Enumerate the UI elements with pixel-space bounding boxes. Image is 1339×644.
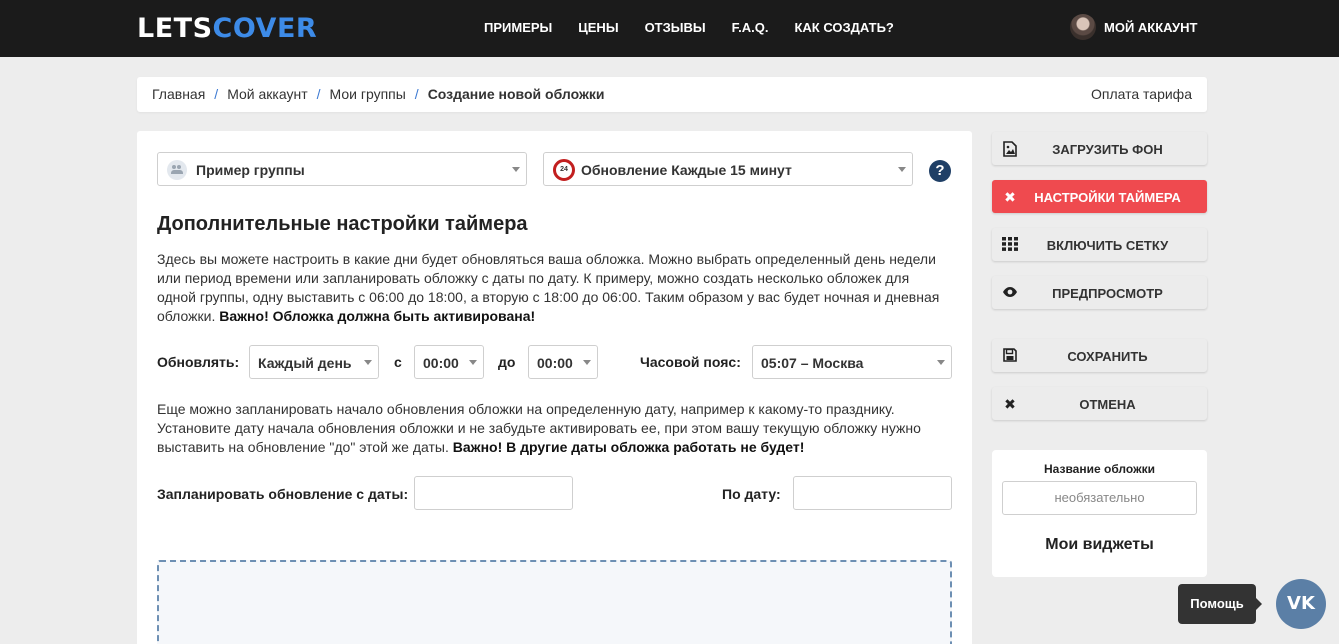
pay-tariff-link[interactable]: Оплата тарифа — [1091, 86, 1192, 102]
upload-background-button[interactable]: ЗАГРУЗИТЬ ФОН — [992, 132, 1207, 165]
group-select[interactable]: Пример группы — [157, 152, 527, 186]
to-label: до — [498, 354, 516, 370]
from-time-select[interactable]: 00:00 — [414, 345, 484, 379]
logo[interactable]: LETSCOVER — [137, 13, 317, 44]
chevron-down-icon — [898, 167, 906, 172]
breadcrumb-home[interactable]: Главная — [152, 86, 205, 102]
breadcrumb-separator: / — [414, 86, 419, 102]
from-label: с — [394, 354, 402, 370]
nav-prices[interactable]: ЦЕНЫ — [578, 20, 618, 35]
account-label: МОЙ АККАУНТ — [1104, 19, 1198, 35]
nav-faq[interactable]: F.A.Q. — [732, 20, 769, 35]
upload-background-label: ЗАГРУЗИТЬ ФОН — [1052, 142, 1163, 157]
cover-name-input[interactable]: необязательно — [1002, 481, 1197, 515]
help-tooltip: Помощь — [1178, 584, 1262, 624]
breadcrumb-bar: Главная / Мой аккаунт / Мои группы / Соз… — [137, 77, 1207, 112]
nav-reviews[interactable]: ОТЗЫВЫ — [645, 20, 706, 35]
save-button[interactable]: СОХРАНИТЬ — [992, 339, 1207, 372]
intro-text: Здесь вы можете настроить в какие дни бу… — [157, 250, 947, 326]
date-from-input[interactable] — [414, 476, 573, 510]
schedule-text: Еще можно запланировать начало обновлени… — [157, 400, 947, 457]
nav-examples[interactable]: ПРИМЕРЫ — [484, 20, 552, 35]
update-24-icon: 24 — [553, 159, 575, 181]
preview-label: ПРЕДПРОСМОТР — [1052, 286, 1163, 301]
save-label: СОХРАНИТЬ — [1067, 349, 1148, 364]
timezone-select[interactable]: 05:07 – Москва — [752, 345, 952, 379]
intro-warning: Важно! Обложка должна быть активирована! — [219, 308, 536, 324]
group-select-value: Пример группы — [196, 162, 305, 178]
nav-how-to[interactable]: КАК СОЗДАТЬ? — [794, 20, 893, 35]
cover-name-card: Название обложки необязательно Мои видже… — [992, 450, 1207, 577]
chevron-down-icon — [583, 360, 591, 365]
cover-canvas-dropzone[interactable] — [157, 560, 952, 644]
timezone-label: Часовой пояс: — [640, 354, 741, 370]
breadcrumb-separator: / — [316, 86, 321, 102]
page-title: Дополнительные настройки таймера — [157, 213, 528, 235]
timer-settings-label: НАСТРОЙКИ ТАЙМЕРА — [1034, 190, 1181, 205]
breadcrumb-current: Создание новой обложки — [427, 86, 605, 102]
cancel-label: ОТМЕНА — [1079, 397, 1136, 412]
update-interval-select[interactable]: 24 Обновление Каждые 15 минут — [543, 152, 913, 186]
chevron-down-icon — [512, 167, 520, 172]
chevron-down-icon — [937, 360, 945, 365]
to-time-value: 00:00 — [537, 355, 573, 371]
chevron-down-icon — [364, 360, 372, 365]
avatar — [1070, 14, 1096, 40]
update-select-value: Обновление Каждые 15 минут — [581, 162, 792, 178]
group-icon — [167, 160, 187, 180]
account-menu[interactable]: МОЙ АККАУНТ — [1070, 14, 1197, 40]
timer-settings-panel: Пример группы 24 Обновление Каждые 15 ми… — [137, 131, 972, 644]
chevron-down-icon — [469, 360, 477, 365]
logo-text-cover: COVER — [212, 13, 318, 44]
breadcrumb-groups[interactable]: Мои группы — [330, 86, 406, 102]
update-label: Обновлять: — [157, 354, 240, 370]
date-to-label: По дату: — [722, 486, 781, 502]
logo-text-lets: LETS — [137, 13, 213, 44]
timer-settings-button[interactable]: ✖ НАСТРОЙКИ ТАЙМЕРА — [992, 180, 1207, 213]
main-nav: ПРИМЕРЫ ЦЕНЫ ОТЗЫВЫ F.A.Q. КАК СОЗДАТЬ? — [484, 20, 920, 35]
timezone-value: 05:07 – Москва — [761, 355, 864, 371]
breadcrumb: Главная / Мой аккаунт / Мои группы / Соз… — [152, 86, 604, 102]
date-to-input[interactable] — [793, 476, 952, 510]
day-select-value: Каждый день — [258, 355, 352, 371]
help-circle-icon[interactable]: ? — [929, 160, 951, 182]
breadcrumb-separator: / — [214, 86, 219, 102]
enable-grid-button[interactable]: ВКЛЮЧИТЬ СЕТКУ — [992, 228, 1207, 261]
my-widgets-title[interactable]: Мои виджеты — [992, 536, 1207, 554]
to-time-select[interactable]: 00:00 — [528, 345, 598, 379]
day-select[interactable]: Каждый день — [249, 345, 379, 379]
top-navbar: LETSCOVER ПРИМЕРЫ ЦЕНЫ ОТЗЫВЫ F.A.Q. КАК… — [0, 0, 1339, 57]
cover-name-label: Название обложки — [1044, 462, 1155, 476]
schedule-warning: Важно! В другие даты обложка работать не… — [452, 439, 805, 455]
vk-help-button[interactable]: VK — [1276, 579, 1326, 629]
date-from-label: Запланировать обновление с даты: — [157, 486, 409, 502]
from-time-value: 00:00 — [423, 355, 459, 371]
preview-button[interactable]: ПРЕДПРОСМОТР — [992, 276, 1207, 309]
cancel-button[interactable]: ✖ ОТМЕНА — [992, 387, 1207, 420]
enable-grid-label: ВКЛЮЧИТЬ СЕТКУ — [1046, 238, 1169, 253]
breadcrumb-account[interactable]: Мой аккаунт — [227, 86, 307, 102]
